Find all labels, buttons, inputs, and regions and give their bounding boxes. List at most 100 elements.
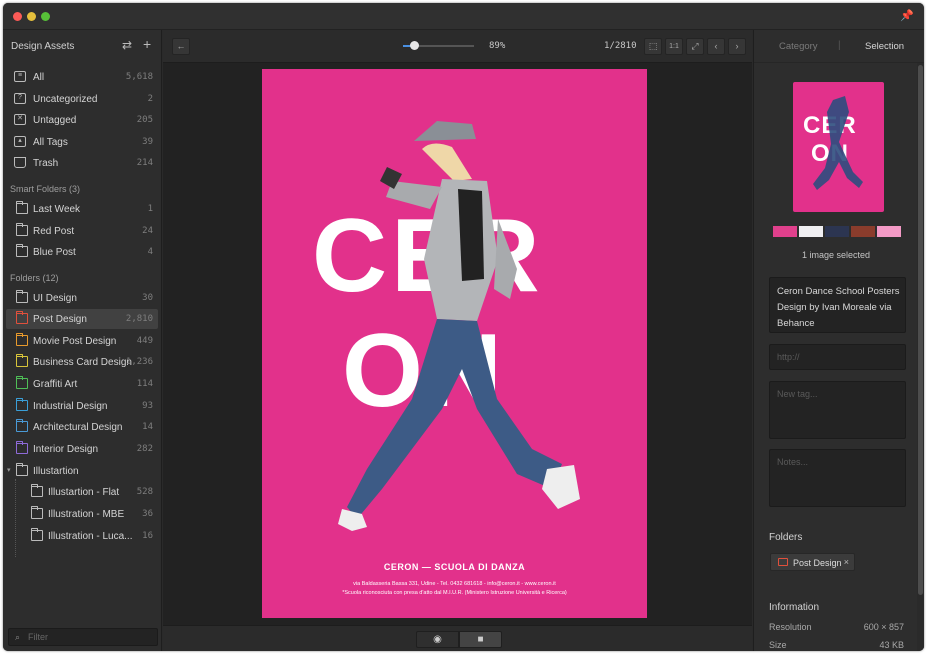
sidebar-item-architectural-design[interactable]: Architectural Design 14 bbox=[6, 417, 158, 437]
previous-button[interactable]: ‹ bbox=[707, 38, 725, 55]
zoom-slider-handle[interactable] bbox=[409, 41, 419, 50]
palette-swatch[interactable] bbox=[799, 226, 823, 237]
sidebar-item-all[interactable]: ≡ All 5,618 bbox=[6, 67, 158, 87]
folders-heading[interactable]: Folders (12) bbox=[10, 273, 59, 283]
thumb-figure bbox=[813, 96, 863, 190]
pin-icon[interactable]: 📌 bbox=[900, 9, 914, 22]
sidebar-item-all-tags[interactable]: ▴ All Tags 39 bbox=[6, 132, 158, 152]
sidebar-item-illustration-luca[interactable]: Illustration - Luca... 16 bbox=[6, 526, 158, 546]
maximize-window-button[interactable] bbox=[41, 12, 50, 21]
tag-icon: ▴ bbox=[14, 136, 26, 147]
folder-icon bbox=[31, 506, 43, 519]
palette-swatch[interactable] bbox=[825, 226, 849, 237]
fit-button[interactable]: ⤢ bbox=[686, 38, 704, 55]
scrollbar-thumb[interactable] bbox=[918, 65, 923, 595]
sidebar-item-uncategorized[interactable]: ? Uncategorized 2 bbox=[6, 89, 158, 109]
palette-swatch[interactable] bbox=[851, 226, 875, 237]
sidebar-item-red-post[interactable]: Red Post 24 bbox=[6, 221, 158, 241]
image-viewer: ← 89% 1/2810 ⬚ 1:1 ⤢ ‹ › CER ON — SCUOLA… bbox=[163, 30, 752, 651]
sidebar-item-label: Blue Post bbox=[33, 247, 76, 258]
zoom-slider[interactable] bbox=[403, 41, 474, 50]
notes-field[interactable]: Notes... bbox=[769, 449, 906, 507]
sidebar-item-business-card-design[interactable]: Business Card Design 1,236 bbox=[6, 352, 158, 372]
sidebar-item-last-week[interactable]: Last Week 1 bbox=[6, 199, 158, 219]
tab-selection[interactable]: Selection bbox=[865, 41, 904, 52]
minimize-window-button[interactable] bbox=[27, 12, 36, 21]
url-field[interactable]: http:// bbox=[769, 344, 906, 370]
sidebar-item-illustartion-flat[interactable]: Illustartion - Flat 528 bbox=[6, 482, 158, 502]
poster-address: via Baldasseria Bassa 331, Udine - Tel. … bbox=[353, 581, 556, 587]
folder-icon bbox=[16, 419, 28, 432]
sidebar-item-label: Untagged bbox=[33, 115, 77, 126]
sidebar-item-label: All Tags bbox=[33, 137, 68, 148]
sidebar-item-count: 528 bbox=[136, 487, 153, 497]
sidebar-item-illustartion[interactable]: ▾ Illustartion bbox=[6, 461, 158, 481]
sort-icon[interactable]: ⇄ bbox=[122, 38, 132, 52]
actual-size-button[interactable]: 1:1 bbox=[665, 38, 683, 55]
sidebar-item-untagged[interactable]: ✕ Untagged 205 bbox=[6, 110, 158, 130]
preview-toggle[interactable]: ◉ bbox=[416, 631, 459, 648]
sidebar-item-count: 16 bbox=[142, 531, 153, 541]
folder-icon bbox=[16, 398, 28, 411]
folder-icon bbox=[16, 376, 28, 389]
smart-folders-heading[interactable]: Smart Folders (3) bbox=[10, 184, 80, 194]
sidebar: Design Assets ⇄ + ≡ All 5,618 ? Uncatego… bbox=[3, 30, 162, 651]
crop-icon: ⬚ bbox=[648, 41, 658, 51]
zoom-level: 89% bbox=[489, 41, 506, 51]
crop-button[interactable]: ⬚ bbox=[644, 38, 662, 55]
sidebar-item-interior-design[interactable]: Interior Design 282 bbox=[6, 439, 158, 459]
filter-input[interactable]: ⌕ Filter bbox=[8, 628, 158, 646]
sidebar-item-count: 2 bbox=[147, 94, 153, 104]
sidebar-item-illustration-mbe[interactable]: Illustration - MBE 36 bbox=[6, 504, 158, 524]
remove-folder-icon[interactable]: × bbox=[844, 557, 849, 567]
next-button[interactable]: › bbox=[728, 38, 746, 55]
add-icon[interactable]: + bbox=[143, 36, 151, 52]
viewer-toolbar: ← 89% 1/2810 ⬚ 1:1 ⤢ ‹ › bbox=[163, 30, 752, 63]
chevron-right-icon: › bbox=[735, 41, 739, 51]
tag-field[interactable]: New tag... bbox=[769, 381, 906, 439]
annotation-field[interactable]: Ceron Dance School Posters Design by Iva… bbox=[769, 277, 906, 333]
expand-arrow-icon[interactable]: ▾ bbox=[7, 466, 11, 474]
sidebar-item-count: 114 bbox=[136, 379, 153, 389]
smart-folder-icon bbox=[16, 244, 28, 257]
palette-swatch[interactable] bbox=[773, 226, 797, 237]
sidebar-item-count: 24 bbox=[142, 226, 153, 236]
palette-swatch[interactable] bbox=[877, 226, 901, 237]
sidebar-item-label: Red Post bbox=[33, 226, 75, 237]
sidebar-item-blue-post[interactable]: Blue Post 4 bbox=[6, 242, 158, 262]
sidebar-item-graffiti-art[interactable]: Graffiti Art 114 bbox=[6, 374, 158, 394]
tab-divider: | bbox=[838, 40, 841, 51]
inspector-scrollbar[interactable] bbox=[917, 63, 924, 651]
tag-placeholder: New tag... bbox=[777, 389, 818, 399]
folders-section-title: Folders bbox=[769, 532, 803, 543]
library-title[interactable]: Design Assets bbox=[11, 41, 74, 52]
sidebar-item-movie-post-design[interactable]: Movie Post Design 449 bbox=[6, 331, 158, 351]
comments-toggle[interactable]: ■ bbox=[459, 631, 502, 648]
eye-icon: ◉ bbox=[433, 634, 442, 645]
collapse-icon: ⤢ bbox=[691, 41, 699, 51]
sidebar-item-trash[interactable]: Trash 214 bbox=[6, 153, 158, 173]
folder-icon bbox=[16, 463, 28, 476]
sidebar-item-ui-design[interactable]: UI Design 30 bbox=[6, 288, 158, 308]
sidebar-item-count: 2,810 bbox=[125, 314, 153, 324]
back-button[interactable]: ← bbox=[172, 38, 190, 55]
tab-category[interactable]: Category bbox=[779, 41, 818, 52]
viewer-bottom-bar: ◉ ■ bbox=[163, 625, 752, 651]
sidebar-item-count: 39 bbox=[142, 137, 153, 147]
sidebar-item-label: Trash bbox=[33, 158, 59, 169]
url-placeholder: http:// bbox=[777, 352, 800, 362]
folder-chip-label: Post Design bbox=[793, 558, 842, 568]
sidebar-item-post-design[interactable]: Post Design 2,810 bbox=[6, 309, 158, 329]
uncategorized-icon: ? bbox=[14, 93, 26, 104]
sidebar-item-count: 449 bbox=[136, 336, 153, 346]
folder-icon bbox=[16, 333, 28, 346]
close-window-button[interactable] bbox=[13, 12, 22, 21]
smart-folder-icon bbox=[16, 201, 28, 214]
sidebar-item-industrial-design[interactable]: Industrial Design 93 bbox=[6, 396, 158, 416]
folder-icon bbox=[16, 354, 28, 367]
sidebar-item-label: Architectural Design bbox=[33, 422, 123, 433]
sidebar-item-count: 30 bbox=[142, 293, 153, 303]
sidebar-item-label: All bbox=[33, 72, 45, 83]
folder-chip[interactable]: Post Design × bbox=[770, 553, 855, 571]
information-title: Information bbox=[769, 602, 820, 613]
